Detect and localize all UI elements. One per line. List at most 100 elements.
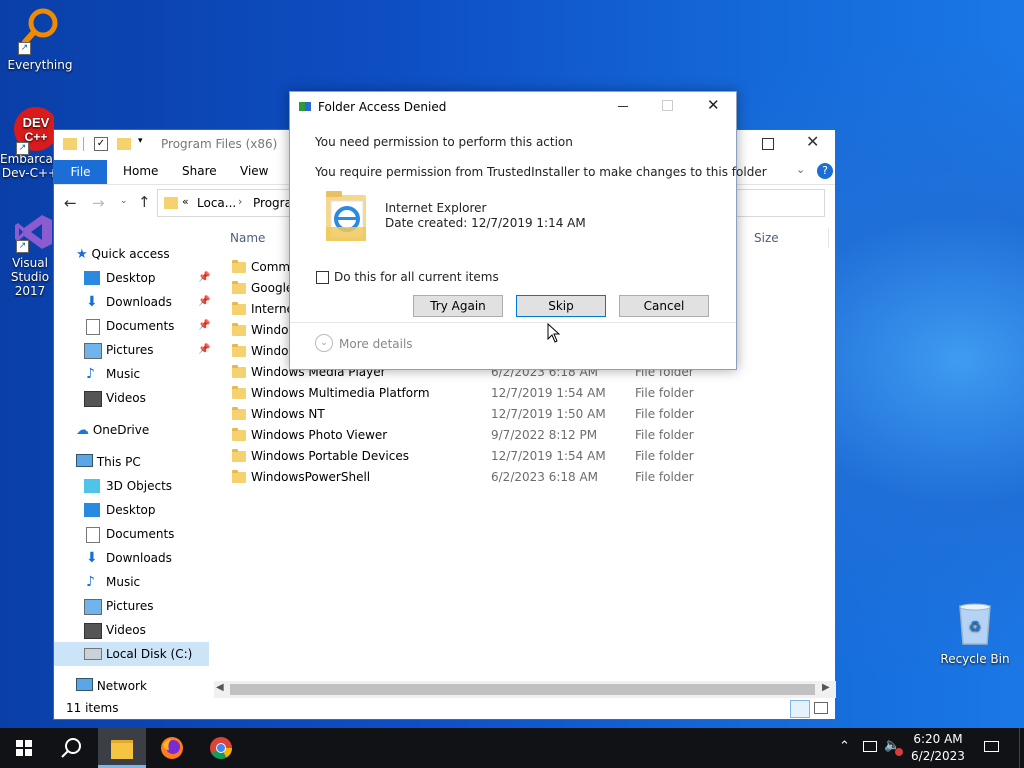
desktop-icon-everything[interactable]: ↗ Everything — [2, 8, 78, 72]
pin-icon[interactable]: 📌 — [198, 339, 210, 361]
taskbar-file-explorer[interactable] — [98, 728, 146, 768]
taskbar-chrome[interactable] — [197, 728, 245, 768]
chrome-icon — [210, 737, 232, 759]
shortcut-arrow-icon: ↗ — [16, 142, 29, 155]
sidebar-item-label: Network — [96, 679, 147, 693]
desktop-icon-recycle-bin[interactable]: ♻ Recycle Bin — [936, 602, 1014, 666]
desktop-icon-label: Visual Studio 2017 — [10, 256, 50, 298]
computer-icon — [76, 454, 93, 467]
large-icons-view-icon[interactable] — [814, 702, 828, 714]
start-button[interactable] — [0, 728, 48, 768]
table-row[interactable]: WindowsPowerShell 6/2/2023 6:18 AM File fo… — [230, 467, 830, 488]
cube-icon — [84, 479, 100, 493]
scroll-thumb[interactable] — [230, 684, 815, 695]
tab-file[interactable]: File — [54, 160, 107, 184]
sidebar-item-label: OneDrive — [92, 423, 150, 437]
show-desktop-button[interactable] — [1019, 728, 1024, 768]
quick-access-dropdown-icon[interactable]: ▾ — [138, 136, 143, 146]
navigation-pane: ★ Quick access Desktop 📌 ⬇ Downloads 📌 D… — [54, 223, 224, 693]
dialog-message: You require permission from TrustedInsta… — [315, 165, 767, 179]
desktop-icon-devcpp[interactable]: DEV C++ ↗ Embarcadero Dev-C++ — [0, 106, 54, 180]
desktop-icon-label: Everything — [7, 58, 73, 72]
desktop-icon — [84, 271, 100, 285]
chevron-down-icon[interactable]: ⌄ — [315, 334, 333, 352]
folder-icon — [232, 407, 246, 420]
scroll-right-icon[interactable]: ▶ — [822, 682, 830, 693]
more-details-link[interactable]: More details — [339, 337, 413, 351]
tab-view[interactable]: View — [240, 164, 268, 178]
sidebar-item-label: Local Disk (C:) — [106, 647, 193, 661]
taskbar: ⌃ 🔈 6:20 AM 6/2/2023 — [0, 728, 1024, 768]
do-for-all-checkbox[interactable] — [316, 271, 329, 284]
sidebar-item-label: This PC — [96, 455, 141, 469]
horizontal-scrollbar[interactable]: ◀ ▶ — [214, 681, 836, 698]
document-icon — [86, 527, 100, 543]
breadcrumb-program-files[interactable]: Progra — [253, 196, 292, 210]
forward-arrow-icon[interactable]: → — [92, 194, 105, 212]
recent-locations-icon[interactable]: ⌄ — [120, 196, 128, 206]
scroll-left-icon[interactable]: ◀ — [216, 682, 224, 693]
table-row[interactable]: Windows NT 12/7/2019 1:50 AM File folder — [230, 404, 830, 425]
clock-time[interactable]: 6:20 AM — [908, 732, 968, 746]
cancel-button[interactable]: Cancel — [619, 295, 709, 317]
table-row[interactable]: Windows Photo Viewer 9/7/2022 8:12 PM File… — [230, 425, 830, 446]
maximize-button — [662, 100, 673, 111]
desktop-icon-visual-studio[interactable]: ↗ Visual Studio 2017 — [0, 212, 54, 298]
download-arrow-icon: ⬇ — [86, 294, 98, 310]
sidebar-item-this-pc[interactable]: This PC — [76, 451, 141, 473]
pin-icon[interactable]: 📌 — [198, 267, 210, 289]
ribbon-expand-icon[interactable]: ⌄ — [796, 163, 805, 176]
sidebar-item-onedrive[interactable]: ☁ OneDrive — [76, 419, 149, 441]
sidebar-item-quick-access[interactable]: ★ Quick access — [76, 243, 170, 265]
sidebar-item-label: Desktop — [106, 503, 156, 517]
search-box[interactable] — [734, 189, 825, 217]
details-view-icon[interactable] — [790, 700, 810, 718]
column-header-size[interactable]: Size — [754, 231, 779, 245]
folder-icon — [232, 281, 246, 294]
try-again-button[interactable]: Try Again — [413, 295, 503, 317]
drive-icon — [84, 648, 102, 660]
breadcrumb-local-disk[interactable]: Loca... — [197, 196, 236, 210]
taskbar-firefox[interactable] — [148, 728, 196, 768]
separator — [83, 137, 84, 151]
breadcrumb-chevron-icon[interactable]: › — [238, 195, 242, 208]
breadcrumb-overflow-icon[interactable]: « — [182, 195, 189, 208]
sidebar-item-local-disk[interactable]: Local Disk (C:) — [54, 642, 209, 666]
tab-home[interactable]: Home — [123, 164, 158, 178]
back-arrow-icon[interactable]: ← — [64, 194, 77, 212]
properties-icon[interactable]: ✓ — [94, 137, 108, 151]
pin-icon[interactable]: 📌 — [198, 315, 210, 337]
windows-logo-icon — [16, 740, 32, 756]
tab-share[interactable]: Share — [182, 164, 217, 178]
table-row[interactable]: Windows Portable Devices 12/7/2019 1:54 A… — [230, 446, 830, 467]
sidebar-item-documents[interactable]: Documents 📌 — [84, 315, 214, 337]
sidebar-item-desktop[interactable]: Desktop 📌 — [84, 267, 214, 289]
minimize-button[interactable] — [618, 106, 628, 107]
sidebar-item-label: Downloads — [106, 295, 172, 309]
close-button[interactable]: ✕ — [707, 96, 720, 114]
help-icon[interactable]: ? — [817, 163, 833, 179]
network-tray-icon[interactable] — [863, 741, 877, 752]
sidebar-item-network[interactable]: Network — [76, 675, 147, 697]
table-row[interactable]: Windows Multimedia Platform 12/7/2019 1:5… — [230, 383, 830, 404]
skip-button[interactable]: Skip — [516, 295, 606, 317]
pin-icon[interactable]: 📌 — [198, 291, 210, 313]
close-button[interactable]: ✕ — [806, 132, 819, 151]
column-divider — [828, 228, 829, 248]
column-header-name[interactable]: Name — [230, 231, 265, 245]
clock-date[interactable]: 6/2/2023 — [908, 749, 968, 763]
folder-icon — [232, 323, 246, 336]
search-button[interactable] — [48, 728, 96, 768]
tray-overflow-chevron-icon[interactable]: ⌃ — [839, 739, 850, 754]
svg-text:DEV: DEV — [23, 115, 50, 130]
sidebar-item-downloads[interactable]: ⬇ Downloads 📌 — [84, 291, 214, 313]
sidebar-item-pictures[interactable]: Pictures 📌 — [84, 339, 214, 361]
desktop-icon — [84, 503, 100, 517]
up-arrow-icon[interactable]: ↑ — [138, 193, 151, 211]
film-icon — [84, 391, 102, 407]
new-folder-icon[interactable] — [117, 138, 131, 150]
notifications-icon[interactable] — [984, 741, 999, 752]
film-icon — [84, 623, 102, 639]
item-date-created: Date created: 12/7/2019 1:14 AM — [385, 216, 586, 230]
maximize-button[interactable] — [762, 138, 774, 150]
